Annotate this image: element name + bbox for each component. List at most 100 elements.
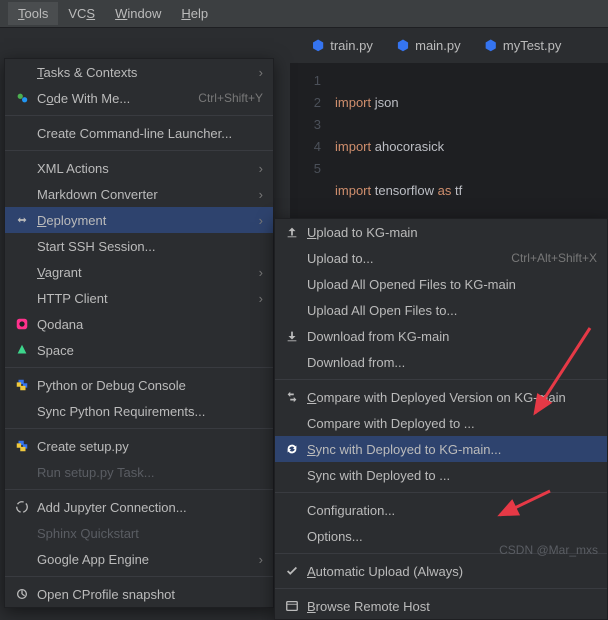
menu-help[interactable]: Help [171,2,218,25]
menu-item-label: Options... [307,529,597,544]
tools-menu-item-20[interactable]: Add Jupyter Connection... [5,494,273,520]
deploy-menu-item-9[interactable]: Sync with Deployed to KG-main... [275,436,607,462]
deploy-menu-item-17[interactable]: Browse Remote Host [275,593,607,619]
menu-item-label: Create Command-line Launcher... [37,126,263,141]
menu-item-label: Code With Me... [37,91,198,106]
tools-menu-item-11[interactable]: Qodana [5,311,273,337]
tools-menu-item-17[interactable]: Create setup.py [5,433,273,459]
menu-item-label: Space [37,343,263,358]
menu-item-label: Qodana [37,317,263,332]
deploy-menu-item-12[interactable]: Configuration... [275,497,607,523]
download-icon [283,329,301,343]
menu-item-label: XML Actions [37,161,251,176]
tools-menu-item-15[interactable]: Sync Python Requirements... [5,398,273,424]
menu-item-label: Compare with Deployed to ... [307,416,597,431]
submenu-arrow-icon: › [259,265,263,280]
watermark: CSDN @Mar_mxs [499,543,598,557]
menubar: Tools VCS Window Help [0,0,608,28]
space-icon [13,343,31,357]
tab-train[interactable]: ⬢train.py [300,37,385,54]
tools-menu-item-9[interactable]: Vagrant › [5,259,273,285]
sync-icon [283,442,301,456]
upload-icon [283,225,301,239]
compare-icon [283,390,301,404]
menu-separator [5,115,273,116]
deploy-menu-item-2[interactable]: Upload All Opened Files to KG-main [275,271,607,297]
tools-menu-item-0[interactable]: Tasks & Contexts › [5,59,273,85]
deploy-menu-item-1[interactable]: Upload to...Ctrl+Alt+Shift+X [275,245,607,271]
menu-item-label: Sync Python Requirements... [37,404,263,419]
menu-separator [5,489,273,490]
tools-menu-item-21: Sphinx Quickstart [5,520,273,546]
menu-item-label: Sphinx Quickstart [37,526,263,541]
python-icon [13,378,31,392]
menu-item-label: Upload to... [307,251,511,266]
tools-menu-item-22[interactable]: Google App Engine › [5,546,273,572]
menu-item-label: Download from KG-main [307,329,597,344]
tools-menu-item-1[interactable]: Code With Me...Ctrl+Shift+Y [5,85,273,111]
menu-window[interactable]: Window [105,2,171,25]
editor-tabs: ⬢train.py ⬢main.py ⬢myTest.py [290,28,608,64]
submenu-arrow-icon: › [259,65,263,80]
deploy-menu-item-8[interactable]: Compare with Deployed to ... [275,410,607,436]
menu-item-label: Vagrant [37,265,251,280]
menu-item-label: Upload to KG-main [307,225,597,240]
menu-item-label: Configuration... [307,503,597,518]
tools-menu-item-14[interactable]: Python or Debug Console [5,372,273,398]
menu-separator [5,428,273,429]
deploy-menu-item-3[interactable]: Upload All Open Files to... [275,297,607,323]
tab-main[interactable]: ⬢main.py [385,37,473,54]
tools-menu-item-3[interactable]: Create Command-line Launcher... [5,120,273,146]
deployment-submenu: Upload to KG-main Upload to...Ctrl+Alt+Sh… [274,218,608,620]
deploy-menu-item-7[interactable]: Compare with Deployed Version on KG-main [275,384,607,410]
menu-item-label: Compare with Deployed Version on KG-main [307,390,597,405]
menu-item-label: Markdown Converter [37,187,251,202]
tools-menu-item-12[interactable]: Space [5,337,273,363]
main-area: ⬢train.py ⬢main.py ⬢myTest.py 1 2 3 4 5 … [0,28,608,563]
submenu-arrow-icon: › [259,213,263,228]
python-file-icon: ⬢ [312,37,324,54]
submenu-arrow-icon: › [259,161,263,176]
code-with-me-icon [13,91,31,105]
profile-icon [13,587,31,601]
deploy-menu-item-0[interactable]: Upload to KG-main [275,219,607,245]
menu-item-label: Sync with Deployed to KG-main... [307,442,597,457]
jupyter-icon [13,500,31,514]
tools-menu-item-5[interactable]: XML Actions › [5,155,273,181]
menu-item-label: Deployment [37,213,251,228]
menu-shortcut: Ctrl+Shift+Y [198,91,263,105]
browse-icon [283,599,301,613]
menu-item-label: Automatic Upload (Always) [307,564,597,579]
menu-item-label: Run setup.py Task... [37,465,263,480]
submenu-arrow-icon: › [259,552,263,567]
deploy-menu-item-15[interactable]: Automatic Upload (Always) [275,558,607,584]
menu-separator [5,576,273,577]
tools-menu-item-18: Run setup.py Task... [5,459,273,485]
tools-menu-item-7[interactable]: Deployment › [5,207,273,233]
submenu-arrow-icon: › [259,187,263,202]
menu-separator [275,588,607,589]
menu-item-label: Sync with Deployed to ... [307,468,597,483]
menu-item-label: Browse Remote Host [307,599,597,614]
deploy-menu-item-5[interactable]: Download from... [275,349,607,375]
menu-item-label: Google App Engine [37,552,251,567]
menu-separator [275,379,607,380]
menu-item-label: Upload All Opened Files to KG-main [307,277,597,292]
tab-mytest[interactable]: ⬢myTest.py [473,37,574,54]
tools-menu-item-24[interactable]: Open CProfile snapshot [5,581,273,607]
tools-menu-item-10[interactable]: HTTP Client › [5,285,273,311]
menu-vcs[interactable]: VCS [58,2,105,25]
menu-item-label: HTTP Client [37,291,251,306]
menu-item-label: Tasks & Contexts [37,65,251,80]
deploy-menu-item-4[interactable]: Download from KG-main [275,323,607,349]
tools-menu-item-6[interactable]: Markdown Converter › [5,181,273,207]
tools-menu-item-8[interactable]: Start SSH Session... [5,233,273,259]
menu-tools[interactable]: Tools [8,2,58,25]
python-icon [13,439,31,453]
python-file-icon: ⬢ [397,37,409,54]
submenu-arrow-icon: › [259,291,263,306]
menu-shortcut: Ctrl+Alt+Shift+X [511,251,597,265]
deploy-menu-item-10[interactable]: Sync with Deployed to ... [275,462,607,488]
qodana-icon [13,317,31,331]
tools-dropdown: Tasks & Contexts › Code With Me...Ctrl+Shi… [4,58,274,608]
